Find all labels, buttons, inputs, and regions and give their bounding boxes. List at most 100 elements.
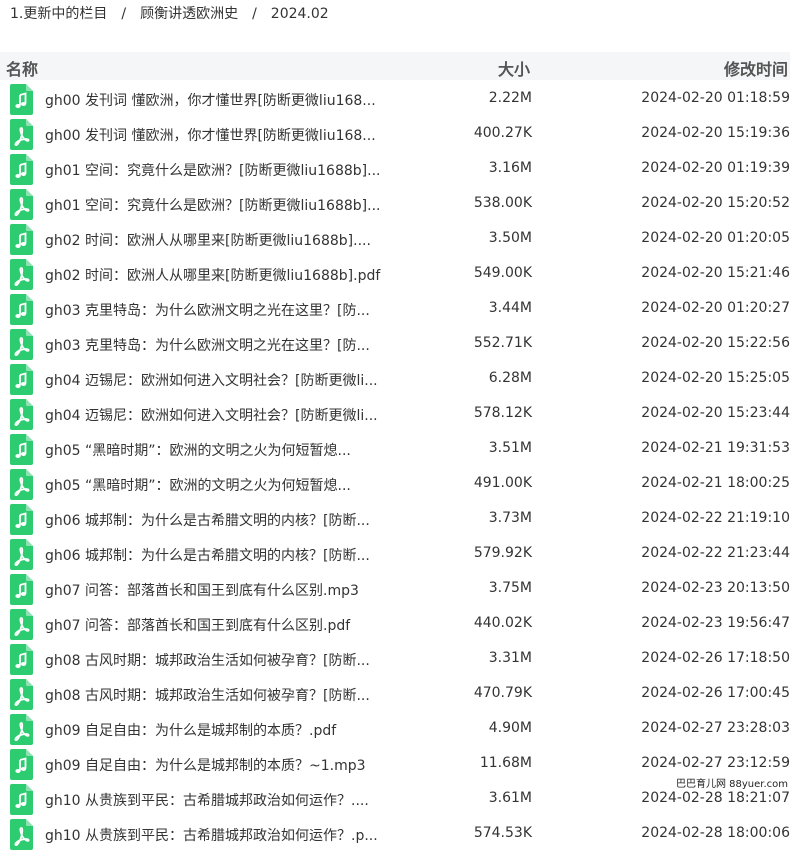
- file-modified-time: 2024-02-20 15:21:46: [641, 265, 790, 281]
- file-name[interactable]: gh00 发刊词 懂欧洲，你才懂世界[防断更微liu168...: [45, 125, 410, 145]
- file-name[interactable]: gh06 城邦制：为什么是古希腊文明的内核？[防断...: [45, 510, 410, 530]
- file-modified-time: 2024-02-20 01:20:27: [641, 300, 790, 316]
- file-name[interactable]: gh10 从贵族到平民：古希腊城邦政治如何运作？....: [45, 790, 410, 810]
- file-row[interactable]: gh09 自足自由：为什么是城邦制的本质？~1.mp3 11.68M 2024-02…: [0, 747, 790, 782]
- file-modified-time: 2024-02-26 17:00:45: [641, 685, 790, 701]
- column-header-time[interactable]: 修改时间: [724, 56, 788, 80]
- file-modified-time: 2024-02-20 15:22:56: [641, 335, 790, 351]
- mp3-file-icon: [10, 294, 33, 325]
- file-row[interactable]: gh06 城邦制：为什么是古希腊文明的内核？[防断... 3.73M 2024-02…: [0, 502, 790, 537]
- file-row[interactable]: gh07 问答：部落酋长和国王到底有什么区别.mp3 3.75M 2024-02-2…: [0, 572, 790, 607]
- file-modified-time: 2024-02-21 18:00:25: [641, 475, 790, 491]
- file-modified-time: 2024-02-23 20:13:50: [641, 580, 790, 596]
- file-size: 400.27K: [473, 125, 532, 141]
- file-name[interactable]: gh04 迈锡尼：欧洲如何进入文明社会？[防断更微li...: [45, 370, 410, 390]
- file-size: 11.68M: [479, 755, 532, 771]
- file-size: 3.75M: [488, 580, 532, 596]
- mp3-file-icon: [10, 434, 33, 465]
- file-size: 470.79K: [473, 685, 532, 701]
- file-name[interactable]: gh03 克里特岛：为什么欧洲文明之光在这里？[防...: [45, 300, 410, 320]
- file-size: 552.71K: [473, 335, 532, 351]
- file-modified-time: 2024-02-20 15:23:44: [641, 405, 790, 421]
- file-name[interactable]: gh02 时间：欧洲人从哪里来[防断更微liu1688b].pdf: [45, 265, 410, 285]
- file-row[interactable]: gh01 空间：究竟什么是欧洲？[防断更微liu1688b]... 538.00K…: [0, 187, 790, 222]
- file-name[interactable]: gh05 “黑暗时期”：欧洲的文明之火为何短暂熄...: [45, 475, 410, 495]
- file-row[interactable]: gh02 时间：欧洲人从哪里来[防断更微liu1688b].... 3.50M 20…: [0, 222, 790, 257]
- mp3-file-icon: [10, 224, 33, 255]
- file-modified-time: 2024-02-22 21:19:10: [641, 510, 790, 526]
- file-name[interactable]: gh00 发刊词 懂欧洲，你才懂世界[防断更微liu168...: [45, 90, 410, 110]
- file-size: 6.28M: [488, 370, 532, 386]
- file-row[interactable]: gh06 城邦制：为什么是古希腊文明的内核？[防断... 579.92K 2024-…: [0, 537, 790, 572]
- file-row[interactable]: gh08 古风时期：城邦政治生活如何被孕育？[防断... 3.31M 2024-02…: [0, 642, 790, 677]
- file-row[interactable]: gh08 古风时期：城邦政治生活如何被孕育？[防断... 470.79K 2024-…: [0, 677, 790, 712]
- file-name[interactable]: gh07 问答：部落酋长和国王到底有什么区别.pdf: [45, 615, 410, 635]
- file-name[interactable]: gh09 自足自由：为什么是城邦制的本质？.pdf: [45, 720, 410, 740]
- file-modified-time: 2024-02-26 17:18:50: [641, 650, 790, 666]
- file-size: 578.12K: [473, 405, 532, 421]
- file-row[interactable]: gh00 发刊词 懂欧洲，你才懂世界[防断更微liu168... 400.27K 2…: [0, 117, 790, 152]
- file-name[interactable]: gh03 克里特岛：为什么欧洲文明之光在这里？[防...: [45, 335, 410, 355]
- file-name[interactable]: gh02 时间：欧洲人从哪里来[防断更微liu1688b]....: [45, 230, 410, 250]
- pdf-file-icon: [10, 679, 33, 710]
- file-size: 3.51M: [488, 440, 532, 456]
- file-size: 574.53K: [473, 825, 532, 841]
- file-size: 3.31M: [488, 650, 532, 666]
- pdf-file-icon: [10, 189, 33, 220]
- mp3-file-icon: [10, 364, 33, 395]
- file-row[interactable]: gh07 问答：部落酋长和国王到底有什么区别.pdf 440.02K 2024-02…: [0, 607, 790, 642]
- pdf-file-icon: [10, 819, 33, 850]
- file-row[interactable]: gh03 克里特岛：为什么欧洲文明之光在这里？[防... 3.44M 2024-02…: [0, 292, 790, 327]
- file-row[interactable]: gh01 空间：究竟什么是欧洲？[防断更微liu1688b]... 3.16M 20…: [0, 152, 790, 187]
- pdf-file-icon: [10, 539, 33, 570]
- file-row[interactable]: gh10 从贵族到平民：古希腊城邦政治如何运作？.p... 574.53K 2024…: [0, 817, 790, 852]
- file-modified-time: 2024-02-20 01:18:59: [641, 90, 790, 106]
- file-name[interactable]: gh10 从贵族到平民：古希腊城邦政治如何运作？.p...: [45, 825, 410, 845]
- file-row[interactable]: gh00 发刊词 懂欧洲，你才懂世界[防断更微liu168... 2.22M 202…: [0, 82, 790, 117]
- file-row[interactable]: gh02 时间：欧洲人从哪里来[防断更微liu1688b].pdf 549.00K…: [0, 257, 790, 292]
- file-modified-time: 2024-02-20 01:20:05: [641, 230, 790, 246]
- file-row[interactable]: gh05 “黑暗时期”：欧洲的文明之火为何短暂熄... 3.51M 2024-02-…: [0, 432, 790, 467]
- breadcrumb-item-europe-history[interactable]: 顾衡讲透欧洲史: [140, 6, 238, 22]
- file-modified-time: 2024-02-28 18:21:07: [641, 790, 790, 806]
- file-size: 579.92K: [473, 545, 532, 561]
- file-name[interactable]: gh07 问答：部落酋长和国王到底有什么区别.mp3: [45, 580, 410, 600]
- watermark: 巴巴育儿网 88yuer.com: [673, 774, 790, 791]
- file-modified-time: 2024-02-22 21:23:44: [641, 545, 790, 561]
- file-row[interactable]: gh10 从贵族到平民：古希腊城邦政治如何运作？.... 3.61M 2024-02…: [0, 782, 790, 817]
- column-header-name[interactable]: 名称: [6, 56, 38, 80]
- file-row[interactable]: gh05 “黑暗时期”：欧洲的文明之火为何短暂熄... 491.00K 2024-0…: [0, 467, 790, 502]
- file-name[interactable]: gh09 自足自由：为什么是城邦制的本质？~1.mp3: [45, 755, 410, 775]
- pdf-file-icon: [10, 329, 33, 360]
- mp3-file-icon: [10, 749, 33, 780]
- file-list: gh00 发刊词 懂欧洲，你才懂世界[防断更微liu168... 2.22M 202…: [0, 82, 790, 852]
- file-row[interactable]: gh04 迈锡尼：欧洲如何进入文明社会？[防断更微li... 6.28M 2024-…: [0, 362, 790, 397]
- file-name[interactable]: gh01 空间：究竟什么是欧洲？[防断更微liu1688b]...: [45, 160, 410, 180]
- column-header-size[interactable]: 大小: [498, 56, 530, 80]
- mp3-file-icon: [10, 574, 33, 605]
- file-modified-time: 2024-02-20 15:19:36: [641, 125, 790, 141]
- file-name[interactable]: gh06 城邦制：为什么是古希腊文明的内核？[防断...: [45, 545, 410, 565]
- file-size: 549.00K: [473, 265, 532, 281]
- file-row[interactable]: gh03 克里特岛：为什么欧洲文明之光在这里？[防... 552.71K 2024-…: [0, 327, 790, 362]
- file-modified-time: 2024-02-20 15:20:52: [641, 195, 790, 211]
- breadcrumb-separator: /: [121, 6, 127, 22]
- file-name[interactable]: gh04 迈锡尼：欧洲如何进入文明社会？[防断更微li...: [45, 405, 410, 425]
- file-size: 440.02K: [473, 615, 532, 631]
- file-size: 3.16M: [488, 160, 532, 176]
- file-row[interactable]: gh09 自足自由：为什么是城邦制的本质？.pdf 4.90M 2024-02-27…: [0, 712, 790, 747]
- mp3-file-icon: [10, 784, 33, 815]
- breadcrumb-item-current-folder: 2024.02: [270, 6, 329, 22]
- file-modified-time: 2024-02-27 23:28:03: [641, 720, 790, 736]
- file-size: 3.50M: [488, 230, 532, 246]
- file-name[interactable]: gh08 古风时期：城邦政治生活如何被孕育？[防断...: [45, 685, 410, 705]
- mp3-file-icon: [10, 84, 33, 115]
- file-row[interactable]: gh04 迈锡尼：欧洲如何进入文明社会？[防断更微li... 578.12K 202…: [0, 397, 790, 432]
- file-size: 538.00K: [473, 195, 532, 211]
- file-name[interactable]: gh01 空间：究竟什么是欧洲？[防断更微liu1688b]...: [45, 195, 410, 215]
- breadcrumb-item-updating-columns[interactable]: 1.更新中的栏目: [10, 6, 107, 22]
- file-name[interactable]: gh05 “黑暗时期”：欧洲的文明之火为何短暂熄...: [45, 440, 410, 460]
- file-name[interactable]: gh08 古风时期：城邦政治生活如何被孕育？[防断...: [45, 650, 410, 670]
- pdf-file-icon: [10, 469, 33, 500]
- file-size: 3.61M: [488, 790, 532, 806]
